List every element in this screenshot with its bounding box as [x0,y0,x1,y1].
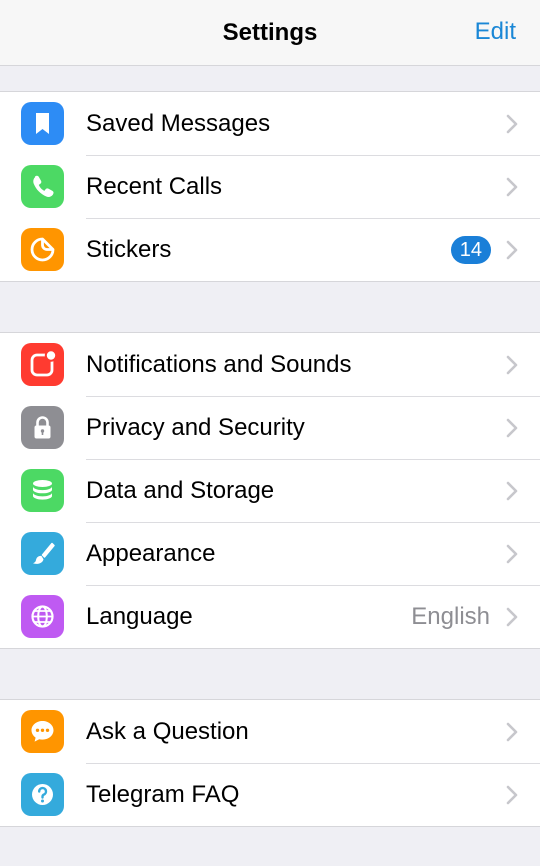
ask-question-label: Ask a Question [86,718,249,745]
chevron-right-icon [506,114,518,134]
data-storage-label: Data and Storage [86,477,275,504]
data-storage-row[interactable]: Data and Storage [0,459,540,522]
telegram-faq-label: Telegram FAQ [86,781,240,808]
section-spacer [0,649,540,699]
database-icon [21,469,64,512]
chevron-right-icon [506,481,518,501]
navigation-bar: Settings Edit [0,0,540,66]
section-spacer [0,282,540,332]
notifications-row[interactable]: Notifications and Sounds [0,333,540,396]
chevron-right-icon [506,418,518,438]
question-icon [21,773,64,816]
chevron-right-icon [506,544,518,564]
privacy-label: Privacy and Security [86,414,305,441]
recent-calls-label: Recent Calls [86,173,223,200]
chevron-right-icon [506,785,518,805]
chevron-right-icon [506,722,518,742]
ask-question-row[interactable]: Ask a Question [0,700,540,763]
notifications-label: Notifications and Sounds [86,351,352,378]
chevron-right-icon [506,355,518,375]
globe-icon [21,595,64,638]
stickers-label: Stickers [86,236,172,263]
notification-icon [21,343,64,386]
appearance-row[interactable]: Appearance [0,522,540,585]
language-row[interactable]: Language English [0,585,540,648]
chevron-right-icon [506,177,518,197]
chat-bubble-icon [21,710,64,753]
phone-icon [21,165,64,208]
edit-button[interactable]: Edit [475,18,516,46]
privacy-row[interactable]: Privacy and Security [0,396,540,459]
chevron-right-icon [506,240,518,260]
section-help: Ask a Question Telegram FAQ [0,699,540,827]
section-settings: Notifications and Sounds Privacy and Sec… [0,332,540,649]
chevron-right-icon [506,607,518,627]
bookmark-icon [21,102,64,145]
saved-messages-label: Saved Messages [86,110,271,137]
lock-icon [21,406,64,449]
brush-icon [21,532,64,575]
stickers-count-badge: 14 [450,236,491,264]
sticker-icon [21,228,64,271]
language-value: English [411,603,490,630]
recent-calls-row[interactable]: Recent Calls [0,155,540,218]
section-spacer [0,66,540,91]
language-label: Language [86,603,193,630]
appearance-label: Appearance [86,540,216,567]
page-title: Settings [222,19,318,46]
section-personal: Saved Messages Recent Calls Stickers 14 [0,91,540,282]
telegram-faq-row[interactable]: Telegram FAQ [0,763,540,826]
stickers-row[interactable]: Stickers 14 [0,218,540,281]
saved-messages-row[interactable]: Saved Messages [0,92,540,155]
